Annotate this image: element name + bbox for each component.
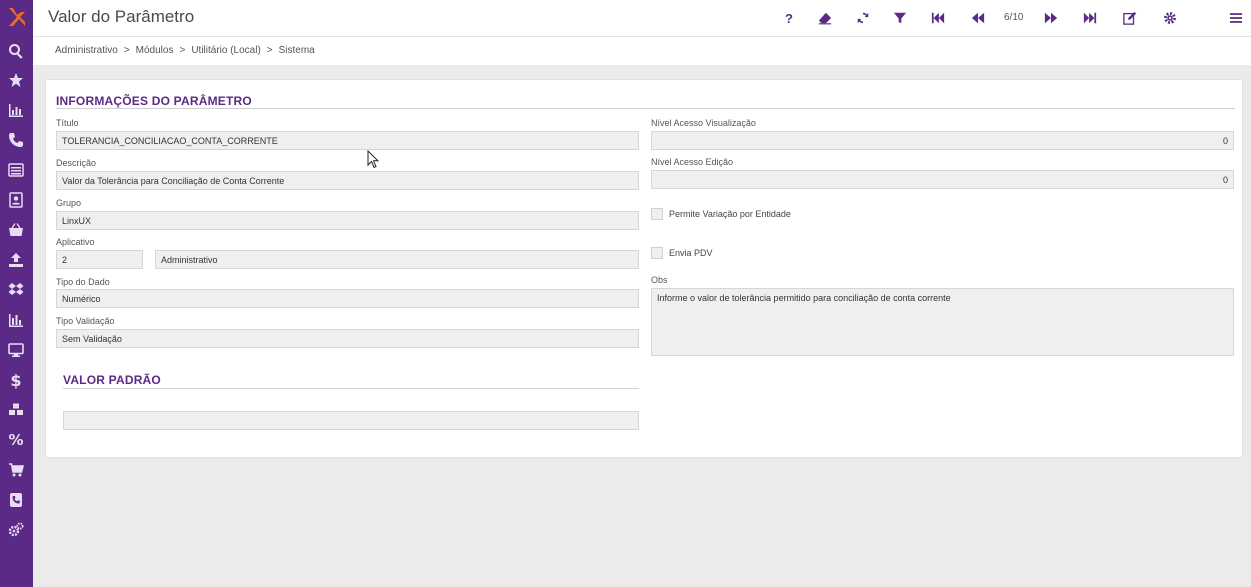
descricao-field[interactable]: Valor da Tolerância para Conciliação de … xyxy=(56,171,639,190)
percent-icon[interactable]: % xyxy=(6,430,26,450)
phone-icon[interactable] xyxy=(6,130,26,150)
cart-icon[interactable] xyxy=(6,460,26,480)
upload-icon[interactable] xyxy=(6,250,26,270)
titulo-label: Título xyxy=(56,118,79,128)
breadcrumb-item-modulos[interactable]: Módulos xyxy=(136,45,174,56)
dollar-icon[interactable]: $ xyxy=(6,370,26,390)
skip-forward-icon xyxy=(1083,12,1097,24)
nivel-edicao-label: Nível Acesso Edição xyxy=(651,157,734,167)
grupo-label: Grupo xyxy=(56,198,82,208)
valor-padrao-field[interactable] xyxy=(63,411,639,430)
tipo-dado-label: Tipo do Dado xyxy=(56,277,110,287)
last-record-button[interactable] xyxy=(1080,8,1100,28)
envia-pdv-checkbox[interactable] xyxy=(651,247,663,259)
obs-textarea[interactable]: Informe o valor de tolerância permitido … xyxy=(651,288,1234,356)
tipo-validacao-label: Tipo Validação xyxy=(56,316,115,326)
bar-chart-icon[interactable] xyxy=(6,310,26,330)
refresh-icon xyxy=(857,12,869,24)
breadcrumb-item-administrativo[interactable]: Administrativo xyxy=(55,45,118,56)
obs-label: Obs xyxy=(651,275,668,285)
section-title-valor-padrao: VALOR PADRÃO xyxy=(63,373,161,387)
rewind-icon xyxy=(971,12,985,24)
section-divider xyxy=(56,108,1235,109)
filter-icon xyxy=(893,12,907,24)
titulo-field[interactable]: TOLERANCIA_CONCILIACAO_CONTA_CORRENTE xyxy=(56,131,639,150)
envia-pdv-label: Envia PDV xyxy=(669,248,713,258)
page-title: Valor do Parâmetro xyxy=(48,7,195,26)
monitor-icon[interactable] xyxy=(6,340,26,360)
breadcrumb-bar: Administrativo > Módulos > Utilitário (L… xyxy=(33,37,1251,65)
cogs-icon[interactable] xyxy=(6,520,26,540)
section-title-informacoes: INFORMAÇÕES DO PARÂMETRO xyxy=(56,94,252,108)
search-icon[interactable] xyxy=(6,41,26,61)
hamburger-menu-icon xyxy=(1229,13,1243,23)
nivel-visualizacao-field[interactable]: 0 xyxy=(651,131,1234,150)
chart-icon[interactable] xyxy=(6,100,26,120)
settings-button[interactable] xyxy=(1160,8,1180,28)
mouse-cursor-icon xyxy=(367,150,379,169)
linx-logo-icon[interactable] xyxy=(6,5,28,29)
edit-button[interactable] xyxy=(1120,8,1140,28)
refresh-button[interactable] xyxy=(853,8,873,28)
help-icon: ? xyxy=(785,10,793,26)
nivel-visualizacao-label: Nível Acesso Visualização xyxy=(651,118,756,128)
sidebar: $ % xyxy=(0,0,33,587)
skip-back-icon xyxy=(931,12,945,24)
aplicativo-name-field[interactable]: Administrativo xyxy=(155,250,639,269)
star-icon[interactable] xyxy=(6,70,26,90)
fast-forward-icon xyxy=(1044,12,1058,24)
next-record-button[interactable] xyxy=(1041,8,1061,28)
aplicativo-label: Aplicativo xyxy=(56,237,95,247)
first-record-button[interactable] xyxy=(928,8,948,28)
section-divider xyxy=(63,388,639,389)
eraser-icon xyxy=(818,12,832,25)
permite-variacao-label: Permite Variação por Entidade xyxy=(669,209,791,219)
phone-book-icon[interactable] xyxy=(6,490,26,510)
menu-button[interactable] xyxy=(1226,8,1246,28)
parameter-form-panel: INFORMAÇÕES DO PARÂMETRO Título TOLERANC… xyxy=(45,79,1243,458)
aplicativo-code-field[interactable]: 2 xyxy=(56,250,143,269)
breadcrumb-item-utilitario[interactable]: Utilitário (Local) xyxy=(191,45,260,56)
dropbox-icon[interactable] xyxy=(6,280,26,300)
tipo-dado-field[interactable]: Numérico xyxy=(56,289,639,308)
descricao-label: Descrição xyxy=(56,158,97,168)
breadcrumb-separator: > xyxy=(123,45,130,56)
grupo-field[interactable]: LinxUX xyxy=(56,211,639,230)
gear-icon xyxy=(1164,12,1176,24)
list-icon[interactable] xyxy=(6,160,26,180)
breadcrumb-separator: > xyxy=(266,45,273,56)
breadcrumb-separator: > xyxy=(179,45,186,56)
permite-variacao-checkbox[interactable] xyxy=(651,208,663,220)
filter-button[interactable] xyxy=(890,8,910,28)
cubes-icon[interactable] xyxy=(6,400,26,420)
basket-icon[interactable] xyxy=(6,220,26,240)
nivel-edicao-field[interactable]: 0 xyxy=(651,170,1234,189)
help-button[interactable]: ? xyxy=(779,8,799,28)
contact-icon[interactable] xyxy=(6,190,26,210)
eraser-button[interactable] xyxy=(815,8,835,28)
record-pager: 6/10 xyxy=(1004,12,1024,23)
top-bar: Valor do Parâmetro ? 6/10 xyxy=(33,0,1251,37)
breadcrumb: Administrativo > Módulos > Utilitário (L… xyxy=(55,45,315,56)
edit-icon xyxy=(1123,11,1137,25)
tipo-validacao-field[interactable]: Sem Validação xyxy=(56,329,639,348)
breadcrumb-item-sistema[interactable]: Sistema xyxy=(279,45,315,56)
previous-record-button[interactable] xyxy=(968,8,988,28)
